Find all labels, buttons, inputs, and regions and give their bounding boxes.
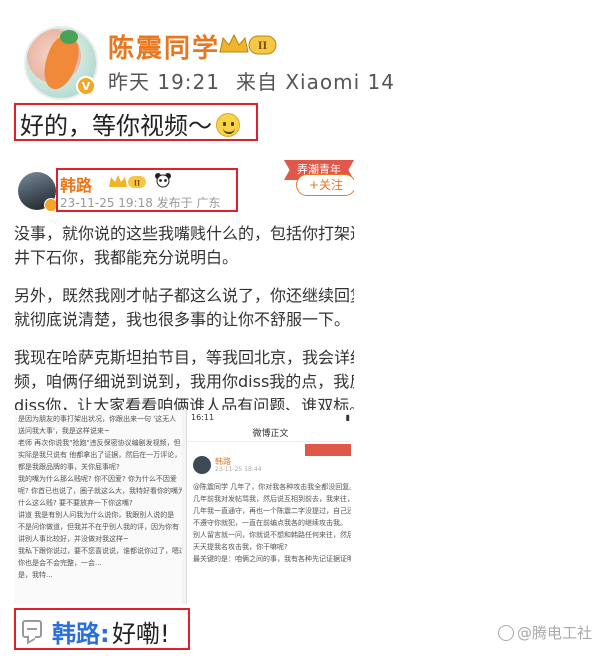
right-screenshot-body: @陈震同学 几年了，你对我各种攻击我全都没回复。 几年前我对发帖骂我，然后说互相…	[193, 482, 351, 566]
embed-paragraph-line: 就彻底说清楚，我也很多事的让你不舒服一下。	[14, 310, 351, 329]
left-screenshot-line: 讲道 我是有别人问我为什么说你，我跟别人说的是	[18, 511, 175, 519]
verified-badge-icon: V	[76, 76, 96, 96]
left-screenshot-line: 是因为朋友的事打架出状况，你跟出来一句 '这无人	[18, 415, 177, 423]
left-screenshot-line: 是，我特...	[18, 571, 53, 579]
right-screenshot-time: 16:11	[191, 413, 215, 422]
right-screenshot-line: 最关键的是：咱俩之间的事，我有各种先记证据证明	[193, 555, 351, 563]
right-screenshot-avatar	[193, 456, 211, 474]
left-screenshot-line: 我的嘴为什么那么贱呢? 你不因爱? 你为什么不因爱	[18, 475, 177, 483]
left-screenshot-line: 实际是我只说有 他都拿出了证据，然后在一万评论，说	[18, 451, 182, 459]
right-screenshot-line: 天天提我名攻击我，你干嘛呢?	[193, 543, 288, 551]
panda-icon	[155, 173, 171, 188]
post-source[interactable]: 来自 Xiaomi 14	[236, 70, 395, 94]
battery-icon: ▮	[345, 413, 350, 422]
left-screenshot-line: 老师 再次你说我"抢跑"违反保密协议编剧发视频，但	[18, 439, 181, 447]
nested-screenshots: 是因为朋友的事打架出状况，你跟出来一句 '这无人 送问我大事'，我是这样说来~ …	[14, 410, 354, 604]
embed-username: 韩路	[60, 176, 93, 195]
watermark-text: @腾电工社	[517, 624, 593, 642]
post-username[interactable]: 陈震同学	[108, 28, 220, 65]
smile-emoji-icon	[216, 113, 240, 137]
reply-separator: :	[100, 620, 110, 648]
embed-meta: 23-11-25 19:18 发布于 广东	[60, 196, 221, 210]
watermark-logo-icon	[498, 625, 514, 641]
reply-username-text: 韩路	[52, 620, 100, 648]
follow-button[interactable]: +关注	[296, 174, 354, 196]
embed-level-text: II	[134, 179, 140, 188]
post-text-content: 好的，等你视频～	[20, 112, 212, 140]
embed-paragraph-line: 井下石你，我都能充分说明白。	[14, 248, 239, 267]
right-screenshot-line: 不遵守你就犯，一直在前编点我各的继续攻击我。	[193, 519, 347, 527]
left-screenshot-line: 呢? 你首已也说了，圈子就这么大，我特好看你的嘴为	[18, 487, 182, 495]
watermark: @腾电工社	[498, 622, 592, 643]
left-screenshot-line: 我私下跟你说过，要不您喜说说，谁都说你过了，嗯过	[18, 547, 182, 555]
left-screenshot: 是因为朋友的事打架出状况，你跟出来一句 '这无人 送问我大事'，我是这样说来~ …	[14, 410, 182, 604]
embed-paragraph-line: 我现在哈萨克斯坦拍节目，等我回北京，我会详细录视	[14, 348, 354, 367]
left-screenshot-line: 都是我跟品牌的事，关你屁事呢?	[18, 463, 120, 471]
right-screenshot-line: 几年我一直通守，再也一个陈震二字没提过，自己还	[193, 507, 351, 515]
reply-username[interactable]: 韩路:	[52, 614, 110, 649]
right-screenshot-line: 几年前我对发帖骂我，然后说互相到前去，我来往，还	[193, 495, 351, 503]
left-screenshot-line: 送问我大事'，我是这样说来~	[18, 427, 110, 435]
embed-paragraph-line: 没事，就你说的这些我嘴贱什么的，包括你打架进去我落	[14, 224, 354, 243]
left-screenshot-line: 你也是会不会完整，一会...	[18, 559, 102, 567]
right-screenshot-line: @陈震同学 几年了，你对我各种攻击我全都没回复。	[193, 483, 351, 491]
left-screenshot-line: 讲别人事比较好，并没做对我这样~	[18, 535, 129, 543]
post-header: V 陈震同学 II 昨天 19:21 来自 Xiaomi 14	[0, 0, 600, 100]
reply-text: 好嘞!	[112, 620, 170, 648]
right-screenshot-line: 别人留言就一问，你就说不想和韩路任何来往，然后你	[193, 531, 351, 539]
right-screenshot-ribbon	[305, 444, 351, 456]
left-screenshot-line: 什么这么贱? 要不要放弃一下你这嘴?	[18, 499, 133, 507]
embed-level-crown-icon: II	[109, 175, 146, 188]
comment-icon[interactable]	[22, 620, 42, 638]
post-time: 昨天 19:21	[108, 70, 220, 94]
level-badge-text: II	[258, 38, 268, 52]
left-screenshot-line: 不是问你做道，但我并不在乎别人我的评，因为你有	[18, 523, 179, 531]
embed-paragraph-line: 另外，既然我刚才帖子都这么说了，你还继续回复我，那	[14, 286, 354, 305]
avatar-leaf-graphic	[60, 30, 78, 44]
post-text: 好的，等你视频～	[20, 106, 240, 141]
right-screenshot: 16:11 ▮ 微博正文 韩路 23-11-25 18:44 @陈震同学 几年了…	[186, 410, 354, 604]
level-crown-badge-icon: II	[219, 33, 277, 55]
post-meta: 昨天 19:21 来自 Xiaomi 14	[108, 66, 411, 95]
embed-paragraph-line: 频，咱俩仔细说到说到，我用你diss我的点，我反着举你	[14, 372, 354, 391]
right-screenshot-title: 微博正文	[187, 426, 354, 442]
right-screenshot-statusbar: 16:11 ▮	[187, 410, 354, 426]
right-screenshot-timestamp: 23-11-25 18:44	[215, 466, 262, 473]
